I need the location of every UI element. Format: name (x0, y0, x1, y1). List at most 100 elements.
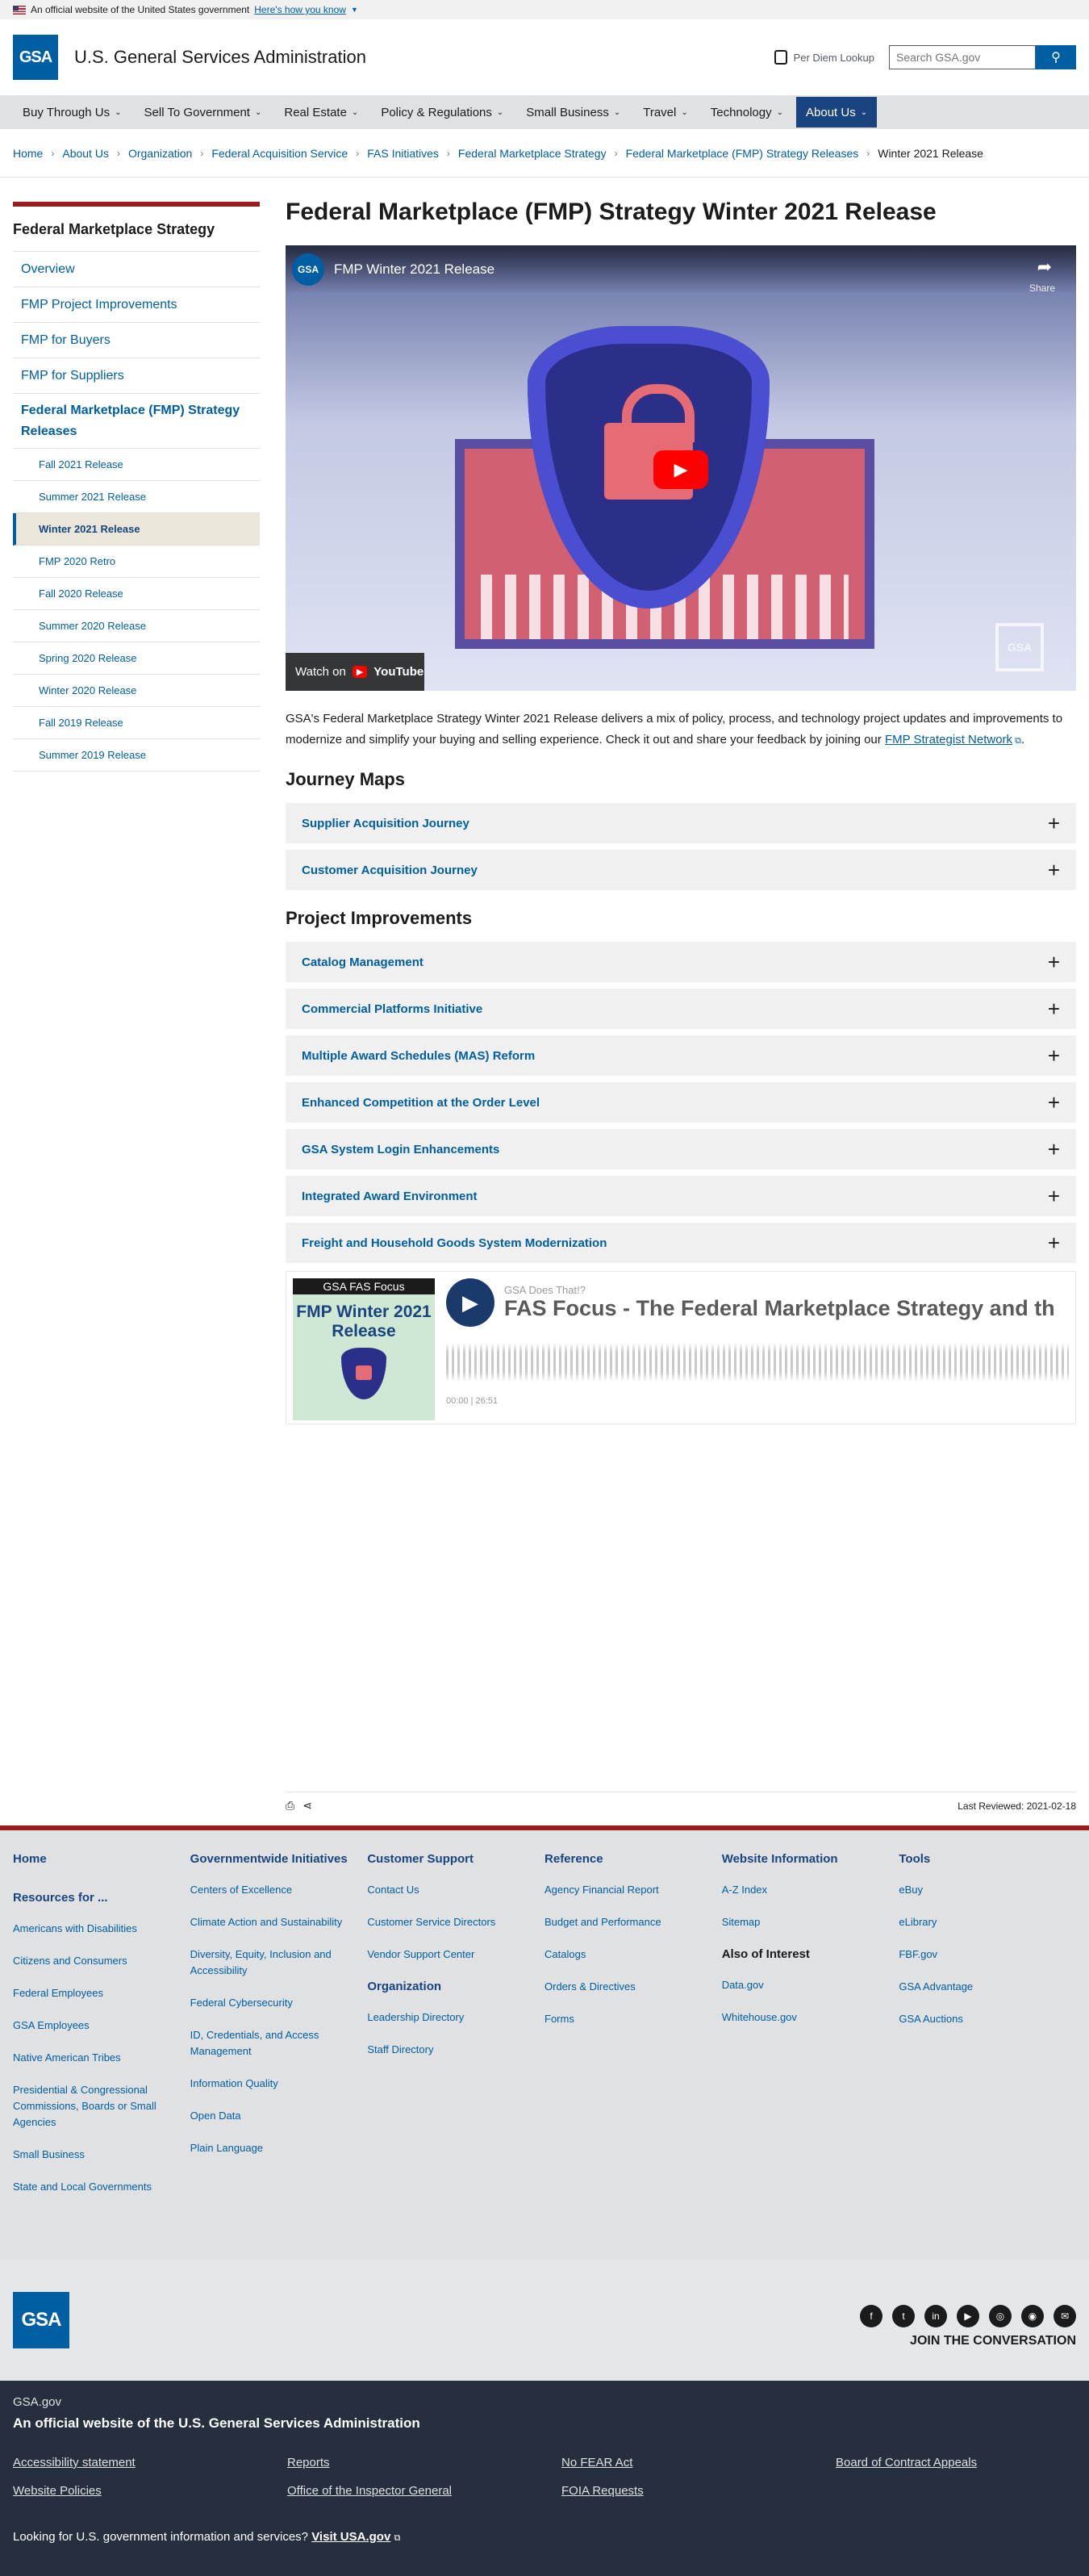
side-nav-overview[interactable]: Overview (13, 252, 260, 287)
nav-small-business[interactable]: Small Business ⌄ (516, 97, 630, 128)
board-contract-appeals-link[interactable]: Board of Contract Appeals (836, 2456, 1078, 2469)
facebook-icon[interactable]: f (860, 2305, 882, 2327)
site-title[interactable]: U.S. General Services Administration (74, 47, 366, 68)
accessibility-link[interactable]: Accessibility statement (13, 2456, 287, 2469)
footer-link[interactable]: Open Data (190, 2108, 368, 2124)
footer-link[interactable]: Small Business (13, 2147, 190, 2163)
footer-link[interactable]: Information Quality (190, 2076, 368, 2092)
footer-link[interactable]: Contact Us (367, 1882, 544, 1898)
accordion-customer-journey[interactable]: Customer Acquisition Journey + (286, 850, 1076, 890)
per-diem-link[interactable]: Per Diem Lookup (774, 50, 874, 65)
share-icon[interactable]: ⋖ (302, 1799, 312, 1813)
footer-link[interactable]: Federal Cybersecurity (190, 1995, 368, 2011)
watch-on-youtube[interactable]: Watch on ▶ YouTube (286, 653, 424, 691)
nav-real-estate[interactable]: Real Estate ⌄ (274, 97, 368, 128)
footer-link[interactable]: Federal Employees (13, 1985, 190, 2001)
nav-about-us[interactable]: About Us ⌄ (796, 97, 878, 128)
side-nav-winter-2020[interactable]: Winter 2020 Release (13, 675, 260, 708)
side-nav-spring-2020[interactable]: Spring 2020 Release (13, 642, 260, 675)
footer-link[interactable]: GSA Advantage (899, 1979, 1076, 1995)
twitter-icon[interactable]: t (892, 2305, 915, 2327)
breadcrumb-organization[interactable]: Organization (128, 147, 192, 160)
footer-gsa-logo[interactable]: GSA (13, 2292, 69, 2348)
footer-link[interactable]: Leadership Directory (367, 2009, 544, 2026)
footer-link[interactable]: Centers of Excellence (190, 1882, 368, 1898)
accordion-catalog-management[interactable]: Catalog Management + (286, 942, 1076, 982)
side-nav-fall-2021[interactable]: Fall 2021 Release (13, 449, 260, 482)
footer-link[interactable]: Whitehouse.gov (722, 2009, 899, 2026)
side-nav-fmp-buyers[interactable]: FMP for Buyers (13, 323, 260, 358)
footer-link[interactable]: Native American Tribes (13, 2050, 190, 2066)
fmp-strategist-network-link[interactable]: FMP Strategist Network (885, 733, 1012, 746)
accordion-freight-hhg[interactable]: Freight and Household Goods System Moder… (286, 1223, 1076, 1263)
breadcrumb-about-us[interactable]: About Us (62, 147, 109, 160)
footer-link[interactable]: Sitemap (722, 1914, 899, 1930)
footer-link[interactable]: eLibrary (899, 1914, 1076, 1930)
footer-link[interactable]: Data.gov (722, 1977, 899, 1993)
footer-link[interactable]: Agency Financial Report (544, 1882, 722, 1898)
side-nav-fall-2020[interactable]: Fall 2020 Release (13, 578, 260, 611)
breadcrumb-home[interactable]: Home (13, 147, 43, 160)
side-nav-project-improvements[interactable]: FMP Project Improvements (13, 287, 260, 323)
search-button[interactable]: ⚲ (1036, 45, 1076, 69)
nav-technology[interactable]: Technology ⌄ (701, 97, 793, 128)
heres-how-link[interactable]: Here's how you know (254, 4, 346, 15)
search-input[interactable] (889, 45, 1036, 69)
breadcrumb-fas-initiatives[interactable]: FAS Initiatives (367, 147, 439, 160)
foia-link[interactable]: FOIA Requests (561, 2484, 836, 2498)
accordion-commercial-platforms[interactable]: Commercial Platforms Initiative + (286, 989, 1076, 1029)
footer-link[interactable]: Staff Directory (367, 2042, 544, 2058)
footer-link[interactable]: Catalogs (544, 1947, 722, 1963)
footer-link[interactable]: FBF.gov (899, 1947, 1076, 1963)
linkedin-icon[interactable]: in (924, 2305, 947, 2327)
channel-avatar[interactable]: GSA (292, 253, 324, 286)
footer-link[interactable]: Vendor Support Center (367, 1947, 544, 1963)
side-nav-winter-2021[interactable]: Winter 2021 Release (13, 513, 260, 546)
reports-link[interactable]: Reports (287, 2456, 561, 2469)
nav-buy-through-us[interactable]: Buy Through Us ⌄ (13, 97, 131, 128)
youtube-icon[interactable]: ▶ (957, 2305, 979, 2327)
footer-link[interactable]: Diversity, Equity, Inclusion and Accessi… (190, 1947, 368, 1979)
rss-icon[interactable]: ◉ (1021, 2305, 1044, 2327)
nav-travel[interactable]: Travel ⌄ (633, 97, 698, 128)
website-policies-link[interactable]: Website Policies (13, 2484, 287, 2498)
accordion-mas-reform[interactable]: Multiple Award Schedules (MAS) Reform + (286, 1035, 1076, 1076)
side-nav-fall-2019[interactable]: Fall 2019 Release (13, 707, 260, 740)
footer-link[interactable]: Presidential & Congressional Commissions… (13, 2082, 190, 2131)
breadcrumb-fmp-releases[interactable]: Federal Marketplace (FMP) Strategy Relea… (626, 147, 859, 160)
side-nav-fmp-2020-retro[interactable]: FMP 2020 Retro (13, 546, 260, 579)
visit-usa-gov-link[interactable]: Visit USA.gov (311, 2530, 390, 2544)
footer-link[interactable]: A-Z Index (722, 1882, 899, 1898)
footer-link[interactable]: Orders & Directives (544, 1979, 722, 1995)
footer-link[interactable]: Customer Service Directors (367, 1914, 544, 1930)
footer-link[interactable]: Plain Language (190, 2140, 368, 2156)
podcast-play-button[interactable]: ▶ (446, 1278, 494, 1327)
footer-link[interactable]: Citizens and Consumers (13, 1953, 190, 1969)
nav-policy-regulations[interactable]: Policy & Regulations ⌄ (371, 97, 513, 128)
side-nav-releases[interactable]: Federal Marketplace (FMP) Strategy Relea… (13, 394, 260, 450)
share-icon[interactable]: ➦ (1037, 257, 1052, 278)
gsa-logo[interactable]: GSA (13, 35, 58, 80)
nav-sell-to-government[interactable]: Sell To Government ⌄ (135, 97, 272, 128)
side-nav-summer-2021[interactable]: Summer 2021 Release (13, 481, 260, 514)
side-nav-fmp-suppliers[interactable]: FMP for Suppliers (13, 358, 260, 394)
breadcrumb-fms[interactable]: Federal Marketplace Strategy (458, 147, 607, 160)
footer-link[interactable]: State and Local Governments (13, 2179, 190, 2195)
inspector-general-link[interactable]: Office of the Inspector General (287, 2484, 561, 2498)
video-title[interactable]: FMP Winter 2021 Release (334, 261, 494, 278)
footer-link[interactable]: Climate Action and Sustainability (190, 1914, 368, 1930)
footer-link[interactable]: eBuy (899, 1882, 1076, 1898)
accordion-login-enhancements[interactable]: GSA System Login Enhancements + (286, 1129, 1076, 1169)
side-nav-summer-2019[interactable]: Summer 2019 Release (13, 739, 260, 772)
no-fear-act-link[interactable]: No FEAR Act (561, 2456, 836, 2469)
footer-link[interactable]: Budget and Performance (544, 1914, 722, 1930)
instagram-icon[interactable]: ◎ (989, 2305, 1012, 2327)
footer-link[interactable]: Americans with Disabilities (13, 1921, 190, 1937)
accordion-integrated-award[interactable]: Integrated Award Environment + (286, 1176, 1076, 1216)
footer-link[interactable]: GSA Employees (13, 2018, 190, 2034)
accordion-supplier-journey[interactable]: Supplier Acquisition Journey + (286, 803, 1076, 843)
footer-link[interactable]: Forms (544, 2011, 722, 2027)
side-nav-summer-2020[interactable]: Summer 2020 Release (13, 610, 260, 643)
play-button[interactable]: ▶ (653, 450, 708, 489)
audio-waveform[interactable] (446, 1338, 1069, 1386)
